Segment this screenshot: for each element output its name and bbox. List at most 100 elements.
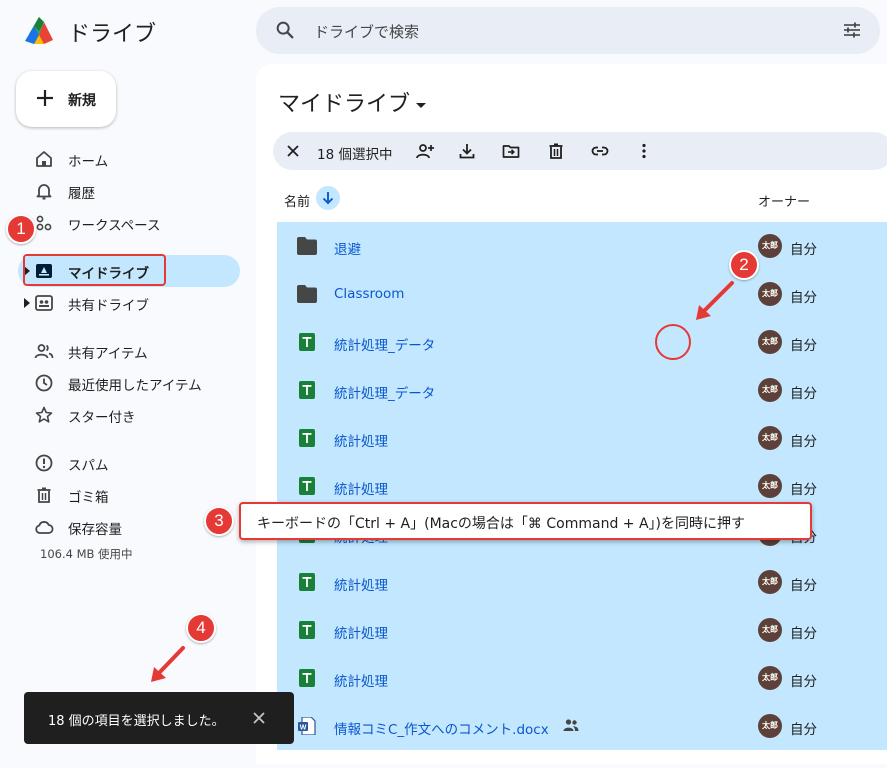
file-name[interactable]: 退避	[334, 238, 361, 258]
spreadsheet-icon	[299, 381, 315, 399]
annotation-highlight-box	[23, 254, 166, 286]
sidebar-item-shared-drives[interactable]: 共有ドライブ	[18, 287, 240, 319]
owner-name: 自分	[790, 626, 817, 642]
avatar: 太郎	[758, 378, 782, 402]
search-options-icon[interactable]	[842, 20, 862, 40]
avatar: 太郎	[758, 282, 782, 306]
new-button-label: 新規	[68, 93, 96, 109]
snackbar-toast: 18 個の項目を選択しました。	[24, 692, 294, 744]
table-row[interactable]: Classroom 太郎 自分	[277, 270, 887, 318]
avatar: 太郎	[758, 234, 782, 258]
expand-caret-icon[interactable]	[24, 298, 30, 308]
download-icon[interactable]	[457, 141, 477, 161]
page-title-text: マイドライブ	[278, 92, 411, 117]
sidebar-item-recent[interactable]: 最近使用したアイテム	[18, 367, 240, 399]
svg-text:W: W	[300, 725, 307, 732]
arrow-down-icon	[322, 192, 334, 205]
sort-direction-button[interactable]	[316, 186, 340, 210]
avatar: 太郎	[758, 570, 782, 594]
sidebar-item-label: 履歴	[68, 186, 95, 202]
sidebar-item-history[interactable]: 履歴	[18, 175, 240, 207]
file-name[interactable]: 情報コミC_作文へのコメント.docx	[334, 718, 549, 738]
file-name[interactable]: 統計処理	[334, 622, 388, 642]
more-options-icon[interactable]	[634, 141, 654, 161]
table-row[interactable]: 統計処理 太郎 自分	[277, 558, 887, 606]
word-doc-icon: W	[298, 717, 316, 735]
trash-icon	[37, 487, 51, 503]
table-row[interactable]: 統計処理_データ 太郎 自分	[277, 366, 887, 414]
owner-name: 自分	[790, 338, 817, 354]
sidebar-item-label: スパム	[68, 458, 109, 474]
folder-icon	[297, 237, 317, 255]
table-row[interactable]: 統計処理_データ 太郎 自分	[277, 318, 887, 366]
sidebar-item-label: 最近使用したアイテム	[68, 378, 202, 394]
search-icon[interactable]	[274, 19, 296, 41]
annotation-badge-1: 1	[6, 214, 36, 244]
table-row[interactable]: 統計処理 太郎 自分	[277, 654, 887, 702]
close-icon[interactable]	[250, 709, 268, 727]
table-row[interactable]: 統計処理 太郎 自分	[277, 414, 887, 462]
selection-toolbar: 18 個選択中	[273, 132, 887, 170]
file-name[interactable]: 統計処理_データ	[334, 334, 435, 354]
sidebar-item-label: スター付き	[68, 410, 136, 426]
avatar: 太郎	[758, 426, 782, 450]
home-icon	[36, 151, 52, 167]
spam-icon	[35, 454, 53, 472]
file-name[interactable]: 統計処理	[334, 670, 388, 690]
owner-name: 自分	[790, 722, 817, 738]
column-header-owner[interactable]: オーナー	[758, 191, 810, 210]
sidebar-item-spam[interactable]: スパム	[18, 447, 240, 479]
spreadsheet-icon	[299, 477, 315, 495]
annotation-arrow	[151, 646, 185, 682]
file-name[interactable]: Classroom	[334, 286, 404, 302]
workspace-icon	[36, 215, 52, 231]
table-row[interactable]: 統計処理 太郎 自分	[277, 606, 887, 654]
owner-name: 自分	[790, 242, 817, 258]
new-button[interactable]: 新規	[16, 71, 116, 127]
sidebar-item-label: 共有アイテム	[68, 346, 148, 362]
sidebar-item-workspace[interactable]: ワークスペース	[18, 207, 240, 239]
annotation-badge-3: 3	[204, 506, 234, 536]
avatar: 太郎	[758, 330, 782, 354]
file-name[interactable]: 統計処理_データ	[334, 382, 435, 402]
folder-icon	[297, 285, 317, 303]
column-header-name[interactable]: 名前	[284, 191, 310, 210]
file-name[interactable]: 統計処理	[334, 574, 388, 594]
owner-name: 自分	[790, 578, 817, 594]
sidebar-item-label: ワークスペース	[68, 218, 161, 234]
search-bar[interactable]: ドライブで検索	[256, 7, 880, 54]
owner-name: 自分	[790, 386, 817, 402]
sidebar-item-trash[interactable]: ゴミ箱	[18, 479, 240, 511]
spreadsheet-icon	[299, 621, 315, 639]
trash-icon[interactable]	[546, 141, 566, 161]
close-icon[interactable]	[283, 141, 303, 161]
spreadsheet-icon	[299, 333, 315, 351]
shared-drive-icon	[35, 295, 53, 311]
sidebar-item-label: ホーム	[68, 154, 109, 170]
dropdown-arrow-icon[interactable]	[416, 102, 427, 108]
file-name[interactable]: 統計処理	[334, 478, 388, 498]
plus-icon	[37, 90, 53, 106]
sidebar-item-label: ゴミ箱	[68, 490, 109, 506]
drive-logo-icon	[25, 17, 53, 44]
annotation-callout-text: キーボードの「Ctrl + A」(Macの場合は「⌘ Command + A」)…	[257, 516, 746, 532]
sidebar-item-shared-with-me[interactable]: 共有アイテム	[18, 335, 240, 367]
table-row[interactable]: 退避 太郎 自分	[277, 222, 887, 270]
owner-name: 自分	[790, 482, 817, 498]
sidebar-item-starred[interactable]: スター付き	[18, 399, 240, 431]
share-icon[interactable]	[414, 141, 434, 161]
move-to-folder-icon[interactable]	[501, 141, 521, 161]
search-input[interactable]: ドライブで検索	[314, 21, 419, 42]
file-name[interactable]: 統計処理	[334, 430, 388, 450]
page-title[interactable]: マイドライブ	[278, 86, 427, 118]
people-icon	[34, 344, 54, 359]
spreadsheet-icon	[299, 669, 315, 687]
avatar: 太郎	[758, 474, 782, 498]
table-row[interactable]: W 情報コミC_作文へのコメント.docx 太郎 自分	[277, 702, 887, 750]
spreadsheet-icon	[299, 429, 315, 447]
link-icon[interactable]	[590, 141, 610, 161]
spreadsheet-icon	[299, 573, 315, 591]
owner-name: 自分	[790, 434, 817, 450]
annotation-click-circle	[655, 324, 691, 360]
sidebar-item-home[interactable]: ホーム	[18, 143, 240, 175]
